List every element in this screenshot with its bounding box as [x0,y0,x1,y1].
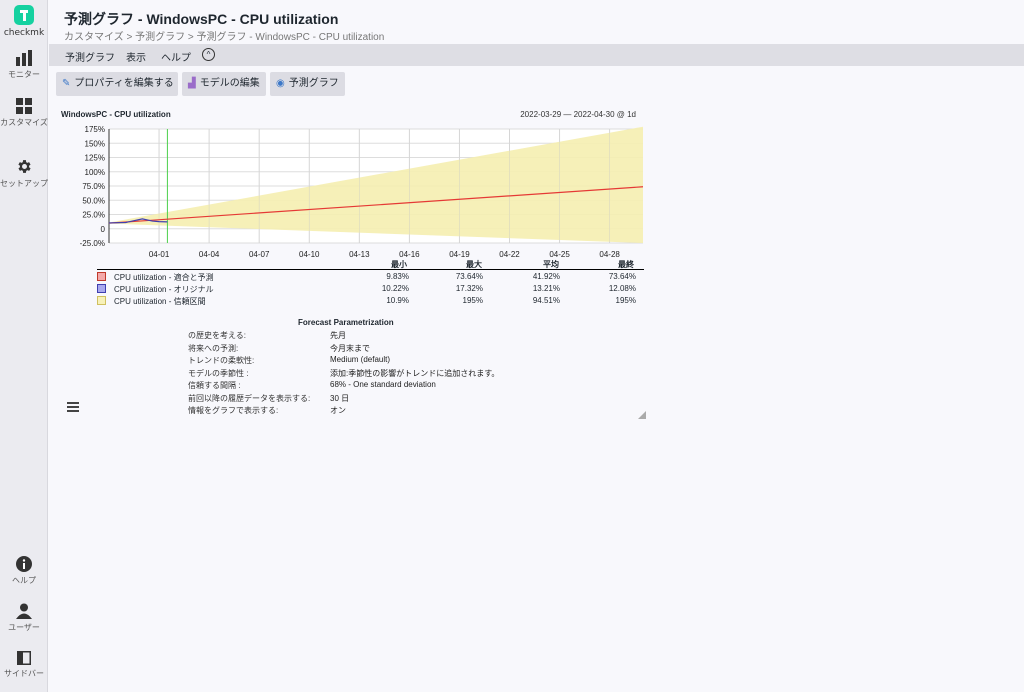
forecast-param-key: 前回以降の履歴データを表示する: [188,393,311,403]
legend-min: 10.22% [381,284,409,293]
legend-header-last: 最終 [618,260,634,269]
forecast-param-value: 30 日 [330,393,350,403]
forecast-param-key: 将来への予測: [188,343,239,353]
y-axis-ticks: 175% 150% 125% 100% 75.0% 50.0% 25.0% 0 -25.0% [80,125,106,248]
forecast-param-value: 添加:季節性の影響がトレンドに追加されます。 [330,368,500,378]
forecast-param-key: の歴史を考える: [188,331,246,340]
forecast-param-key: トレンドの柔軟性: [188,356,255,365]
y-tick-label: 25.0% [82,211,105,220]
legend-swatch [97,284,106,293]
legend-header: 最小 最大 平均 最終 [97,258,644,270]
legend-avg: 13.21% [532,284,560,293]
legend-row: CPU utilization - 適合と予測 9.83% 73.64% 41.92%… [97,270,644,282]
sidebar-icon [17,651,31,665]
graph-legend: 最小 最大 平均 最終 CPU utilization - 適合と予測 9.83%… [97,258,644,306]
y-tick-label: 125% [85,154,105,163]
legend-header-min: 最小 [391,260,407,269]
y-tick-label: -25.0% [80,239,105,248]
legend-header-max: 最大 [466,260,482,269]
forecast-title: Forecast Parametrization [298,318,394,327]
y-tick-label: 100% [85,168,105,177]
y-tick-label: 0 [101,225,106,234]
legend-avg: 41.92% [532,272,560,281]
forecast-param-key: 情報をグラフで表示する: [188,406,279,415]
sidebar-item-label: ヘルプ [12,576,36,585]
sidebar-item-label: サイドバー [4,669,44,678]
forecast-param-value: 今月末まで [330,343,370,353]
legend-last: 195% [615,296,636,305]
forecast-param-value: オン [330,406,346,415]
sidebar-item-help[interactable]: ヘルプ [0,556,48,586]
y-tick-label: 50.0% [82,196,105,205]
forecast-param-value: 68% - One standard deviation [330,380,436,389]
legend-series-name: CPU utilization - 信頼区間 [114,297,206,306]
y-tick-label: 75.0% [82,182,105,191]
legend-row: CPU utilization - 信頼区間 10.9% 195% 94.51% 195… [97,294,644,306]
forecast-param-key: 信頼する間隔 : [188,381,241,390]
sidebar-item-sidebar[interactable]: サイドバー [0,651,48,679]
legend-min: 10.9% [386,296,409,305]
legend-avg: 94.51% [532,296,560,305]
forecast-chart[interactable]: 175% 150% 125% 100% 75.0% 50.0% 25.0% 0 -25.0% 0… [0,0,1024,270]
forecast-param-value: Medium (default) [330,355,391,364]
menu-hamburger-icon[interactable] [67,402,79,412]
legend-row: CPU utilization - オリジナル 10.22% 17.32% 13.21… [97,282,644,294]
legend-header-avg: 平均 [543,260,559,269]
y-tick-label: 150% [85,139,105,148]
legend-last: 12.08% [608,284,636,293]
resize-handle-icon[interactable] [638,411,646,419]
legend-swatch [97,272,106,281]
legend-min: 9.83% [386,272,409,281]
sidebar-item-user[interactable]: ユーザー [0,603,48,633]
forecast-param-key: モデルの季節性 : [188,368,249,378]
user-icon [16,603,32,619]
legend-last: 73.64% [608,272,636,281]
info-icon [16,556,32,572]
sidebar-item-label: ユーザー [8,623,40,632]
forecast-param-value: 先月 [330,331,346,340]
legend-swatch [97,296,106,305]
legend-max: 17.32% [455,284,483,293]
legend-max: 73.64% [455,272,483,281]
legend-max: 195% [462,296,483,305]
y-tick-label: 175% [85,125,105,134]
